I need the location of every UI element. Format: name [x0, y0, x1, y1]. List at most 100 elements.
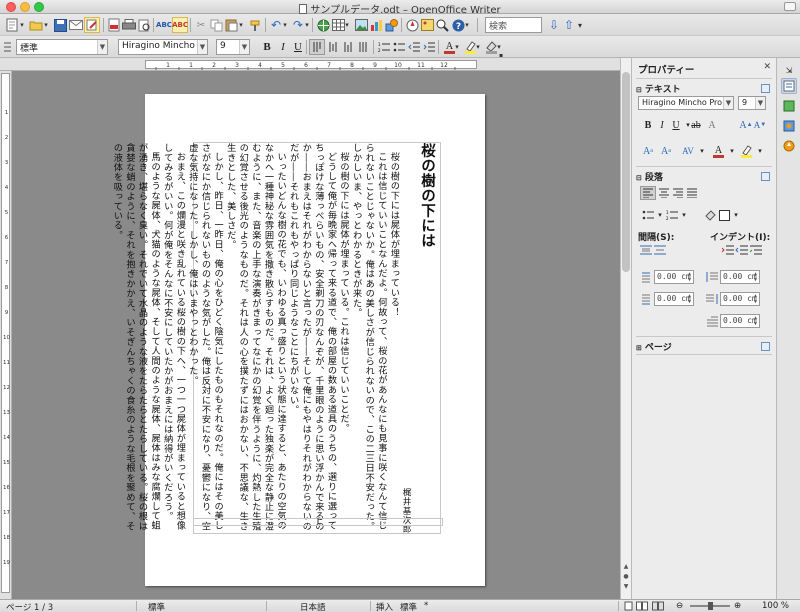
- font-color-dropdown-icon[interactable]: ▾: [453, 39, 461, 55]
- spin-arrows-icon[interactable]: ▲ ▼: [686, 293, 693, 305]
- chart-icon[interactable]: [368, 17, 384, 33]
- draw-icon[interactable]: [383, 17, 399, 33]
- styles-tab-icon[interactable]: [781, 98, 797, 114]
- toolbar-overflow-icon[interactable]: ▾: [576, 17, 584, 33]
- help-dropdown-icon[interactable]: ▾: [463, 17, 471, 33]
- paragraph-section-header[interactable]: ⊟ 段落: [636, 170, 663, 183]
- spin-arrows-icon[interactable]: ▲ ▼: [686, 271, 693, 283]
- horizontal-ruler[interactable]: 1 1 2 3 4 5 6 7 8 9 10 11 12: [145, 60, 477, 70]
- navigator-tab-icon[interactable]: [781, 138, 797, 154]
- align-justify-icon[interactable]: [684, 186, 700, 200]
- zoom-icon[interactable]: [434, 17, 450, 33]
- close-icon[interactable]: ✕: [763, 62, 771, 72]
- styles-icon[interactable]: [2, 39, 12, 55]
- paste-dropdown-icon[interactable]: ▾: [237, 17, 245, 33]
- more-options-icon[interactable]: [761, 342, 770, 351]
- navigation-icon[interactable]: ●: [622, 573, 630, 581]
- find-next-icon[interactable]: ⇩: [546, 17, 562, 33]
- subscript-icon[interactable]: Aa: [658, 144, 674, 158]
- spacing-above-field[interactable]: 0.00 cm ▲ ▼: [654, 270, 694, 284]
- spellcheck-icon[interactable]: ABC: [156, 17, 172, 33]
- bold-button[interactable]: B: [260, 39, 274, 55]
- undo-dropdown-icon[interactable]: ▾: [281, 17, 289, 33]
- underline-button[interactable]: U: [291, 39, 305, 55]
- cut-icon[interactable]: ✂: [193, 17, 209, 33]
- find-previous-icon[interactable]: ⇧: [561, 17, 577, 33]
- highlight-dropdown-icon[interactable]: ▾: [474, 39, 482, 55]
- fullscreen-toggle-button[interactable]: [784, 2, 796, 11]
- gallery-tab-icon[interactable]: [781, 118, 797, 134]
- paragraph-style-combo[interactable]: 標準 ▼: [16, 39, 108, 55]
- table-dropdown-icon[interactable]: ▾: [343, 17, 351, 33]
- zoom-level[interactable]: 100 %: [762, 601, 789, 611]
- scrollbar-thumb[interactable]: [622, 72, 630, 272]
- save-icon[interactable]: [52, 17, 68, 33]
- autospell-icon[interactable]: ABC: [172, 17, 188, 33]
- paragraph-spacing-dec-icon[interactable]: [652, 243, 668, 257]
- shadow-icon[interactable]: A: [704, 118, 720, 132]
- align-bottom-icon[interactable]: [340, 39, 356, 55]
- document-page[interactable]: 桜の樹の下には 梶井基次郎 桜の樹の下には屍体が埋まっている！ これは信じていい…: [111, 94, 485, 586]
- superscript-icon[interactable]: Aa: [640, 144, 656, 158]
- spin-arrows-icon[interactable]: ▲ ▼: [752, 271, 759, 283]
- vertical-text-body[interactable]: 桜の樹の下には 梶井基次郎 桜の樹の下には屍体が埋まっている！ これは信じていい…: [110, 143, 436, 533]
- more-options-icon[interactable]: [761, 84, 770, 93]
- font-name-combo[interactable]: Hiragino Mincho Pro ▼: [118, 39, 208, 55]
- font-size-combo[interactable]: 9 ▼: [216, 39, 250, 55]
- single-page-view-icon[interactable]: [624, 601, 633, 612]
- search-input[interactable]: 検索: [485, 17, 542, 33]
- insert-mode-indicator[interactable]: 挿入: [376, 601, 393, 612]
- book-view-icon[interactable]: [652, 601, 664, 612]
- new-dropdown-icon[interactable]: ▾: [18, 17, 26, 33]
- spin-arrows-icon[interactable]: ▲ ▼: [752, 315, 759, 327]
- page-indicator[interactable]: ページ 1 / 3: [6, 601, 53, 612]
- copy-icon[interactable]: [208, 17, 224, 33]
- footer-area[interactable]: ‖: [193, 518, 443, 526]
- print-icon[interactable]: [121, 17, 137, 33]
- selection-mode-indicator[interactable]: 標準: [400, 601, 417, 612]
- vertical-ruler[interactable]: 1 2 3 4 5 6 7 8 9 10 11 12 13 14 15 16 17 18 19: [1, 73, 10, 593]
- numbering-icon[interactable]: 12: [376, 39, 392, 55]
- increase-indent-icon[interactable]: [421, 39, 437, 55]
- open-dropdown-icon[interactable]: ▾: [42, 17, 50, 33]
- language-indicator[interactable]: 日本語: [300, 601, 326, 612]
- shrink-font-icon[interactable]: A ▼: [752, 118, 768, 132]
- spacing-below-field[interactable]: 0.00 cm ▲ ▼: [654, 292, 694, 306]
- edit-doc-icon[interactable]: [84, 17, 100, 33]
- hanging-indent-icon[interactable]: [748, 243, 764, 257]
- italic-button[interactable]: I: [276, 39, 290, 55]
- zoom-out-icon[interactable]: ⊖: [676, 601, 683, 611]
- sidebar-font-name[interactable]: Hiragino Mincho Pro ▼: [638, 96, 734, 110]
- spacing-dropdown-icon[interactable]: ▾: [694, 144, 710, 158]
- page-section-header[interactable]: ⊞ ページ: [636, 340, 672, 353]
- strikethrough-icon[interactable]: ab: [688, 118, 704, 132]
- gallery-icon[interactable]: [419, 17, 435, 33]
- align-center-v-icon[interactable]: [325, 39, 341, 55]
- sidebar-font-size[interactable]: 9 ▼: [738, 96, 766, 110]
- numbering-dropdown-icon[interactable]: ▾: [676, 208, 692, 222]
- redo-dropdown-icon[interactable]: ▾: [303, 17, 311, 33]
- mail-icon[interactable]: [68, 17, 84, 33]
- page-style-indicator[interactable]: 標準: [148, 601, 165, 612]
- print-preview-icon[interactable]: [136, 17, 152, 33]
- previous-page-icon[interactable]: ▲: [622, 563, 630, 571]
- decrease-indent-icon[interactable]: [406, 39, 422, 55]
- image-icon[interactable]: [353, 17, 369, 33]
- align-left-icon[interactable]: [640, 186, 656, 200]
- bullets-icon[interactable]: [391, 39, 407, 55]
- align-top-icon[interactable]: [309, 39, 325, 55]
- justify-icon[interactable]: [355, 39, 371, 55]
- next-page-icon[interactable]: ▼: [622, 583, 630, 591]
- navigator-icon[interactable]: [404, 17, 420, 33]
- text-area[interactable]: 桜の樹の下には 梶井基次郎 桜の樹の下には屍体が埋まっている！ これは信じていい…: [111, 142, 441, 534]
- vertical-scrollbar[interactable]: ▲ ● ▼: [620, 58, 631, 599]
- multi-page-view-icon[interactable]: [636, 601, 648, 612]
- clone-format-icon[interactable]: [247, 17, 263, 33]
- zoom-in-icon[interactable]: ⊕: [734, 601, 741, 611]
- properties-tab-icon[interactable]: [781, 78, 797, 94]
- first-line-indent-field[interactable]: 0.00 cm ▲ ▼: [720, 314, 760, 328]
- text-section-header[interactable]: ⊟ テキスト: [636, 82, 681, 95]
- hyperlink-icon[interactable]: [315, 17, 331, 33]
- more-options-icon[interactable]: [761, 172, 770, 181]
- pdf-icon[interactable]: [106, 17, 122, 33]
